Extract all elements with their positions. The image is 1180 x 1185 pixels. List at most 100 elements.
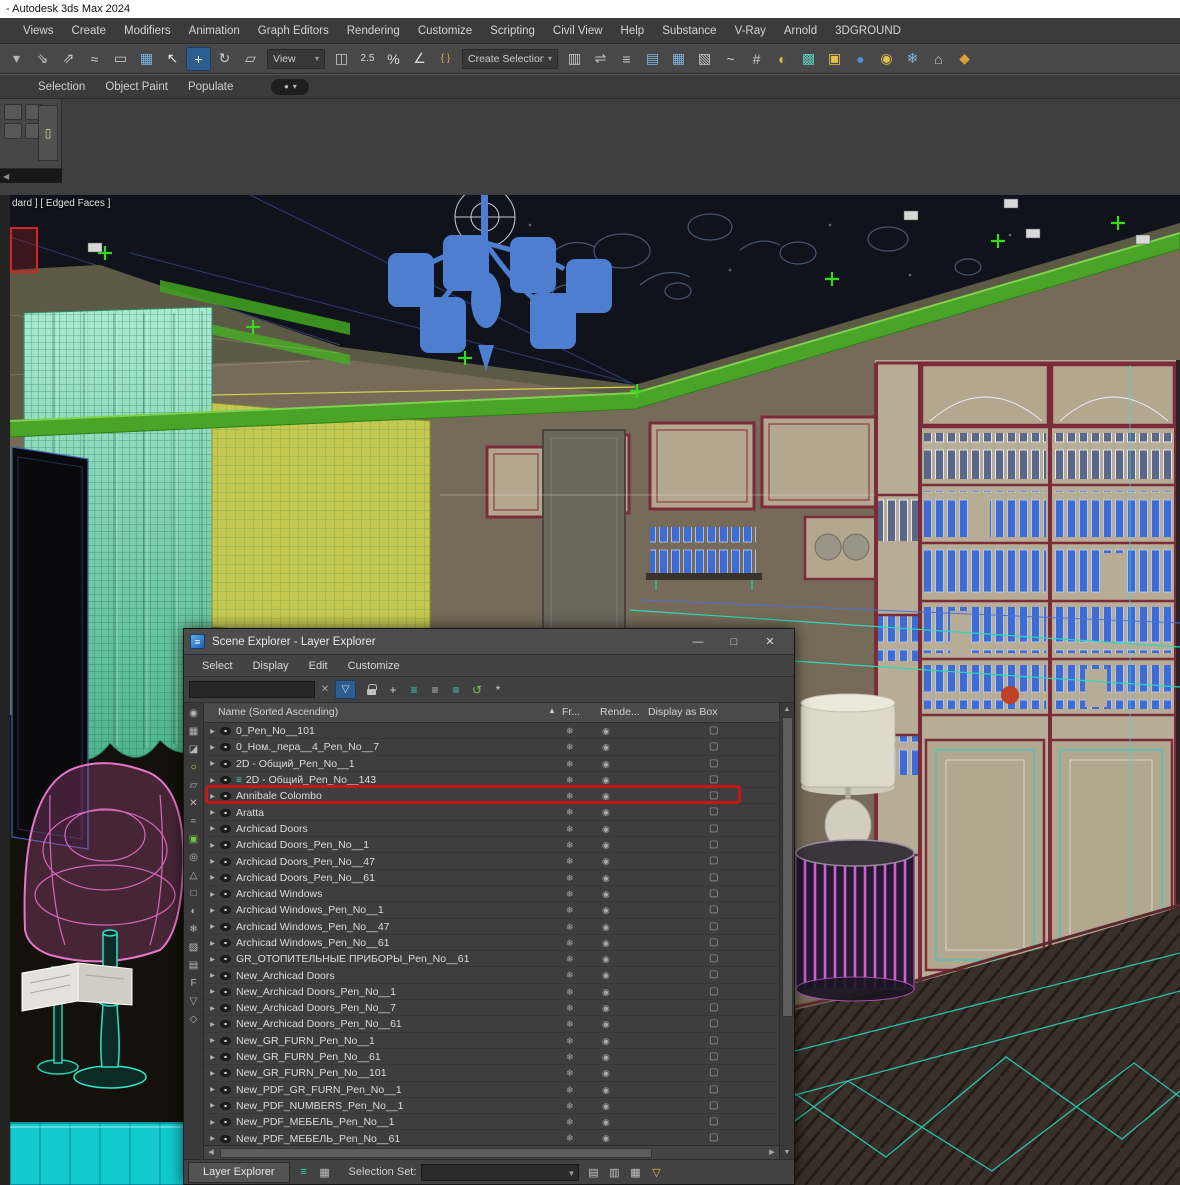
frozen-icon[interactable]: ❄ <box>566 873 574 884</box>
display-xrefs-icon[interactable]: ◎ <box>186 849 202 865</box>
display-as-box-icon[interactable]: ▢ <box>709 1100 718 1111</box>
display-as-box-icon[interactable]: ▢ <box>709 823 718 834</box>
expand-arrow-icon[interactable]: ▶ <box>207 1119 218 1126</box>
visibility-eye-icon[interactable] <box>220 1134 231 1143</box>
menu-create[interactable]: Create <box>62 21 115 41</box>
layer-row-gr-отопительные-приборы-pen-no-61[interactable]: ▶ GR_ОТОПИТЕЛЬНЫЕ ПРИБОРЫ_Pen_No__61 ❄ ◉ ▢ <box>204 951 779 967</box>
visibility-eye-icon[interactable] <box>220 1004 231 1013</box>
visibility-eye-icon[interactable] <box>220 955 231 964</box>
display-as-box-icon[interactable]: ▢ <box>709 741 718 752</box>
renderable-icon[interactable]: ◉ <box>602 775 610 786</box>
frozen-icon[interactable]: ❄ <box>566 970 574 981</box>
menu-graph-editors[interactable]: Graph Editors <box>249 21 338 41</box>
display-as-box-icon[interactable]: ▢ <box>709 872 718 883</box>
visibility-eye-icon[interactable] <box>220 971 231 980</box>
display-as-box-icon[interactable]: ▢ <box>709 904 718 915</box>
visibility-eye-icon[interactable] <box>220 1101 231 1110</box>
sort-ascending-icon[interactable]: ▲ <box>548 706 556 715</box>
layer-row-2d-общий-pen-no-143[interactable]: ▶ ≡ 2D - Общий_Pen_No__143 ❄ ◉ ▢ <box>204 772 779 788</box>
expand-arrow-icon[interactable]: ▶ <box>207 956 218 963</box>
menu-views[interactable]: Views <box>14 21 62 41</box>
teal-cabinet[interactable] <box>10 1122 187 1185</box>
visibility-eye-icon[interactable] <box>220 987 231 996</box>
menu-civil-view[interactable]: Civil View <box>544 21 612 41</box>
frozen-icon[interactable]: ❄ <box>566 824 574 835</box>
sx-menu-edit[interactable]: Edit <box>299 658 338 674</box>
named-selection-set-dropdown[interactable]: Create Selection Se▾ <box>462 48 558 69</box>
viewport-shading-label[interactable]: dard ] [ Edged Faces ] <box>12 198 110 209</box>
renderable-icon[interactable]: ◉ <box>602 791 610 802</box>
expand-arrow-icon[interactable]: ▶ <box>207 1086 218 1093</box>
frozen-icon[interactable]: ❄ <box>566 1117 574 1128</box>
render-setup-icon[interactable]: ▩ <box>796 47 821 71</box>
visibility-eye-icon[interactable] <box>220 873 231 882</box>
expand-arrow-icon[interactable]: ▶ <box>207 1135 218 1142</box>
display-as-box-icon[interactable]: ▢ <box>709 758 718 769</box>
expand-arrow-icon[interactable]: ▶ <box>207 842 218 849</box>
maxscript-icon[interactable]: { } <box>433 47 458 71</box>
filter-funnel-button[interactable]: ▽ <box>335 680 356 699</box>
display-as-box-icon[interactable]: ▢ <box>709 806 718 817</box>
select-layer-objects-icon[interactable]: ≡ <box>447 681 465 699</box>
display-bones-icon[interactable]: △ <box>186 867 202 883</box>
align-icon[interactable]: ≡ <box>614 47 639 71</box>
expand-arrow-icon[interactable]: ▶ <box>207 907 218 914</box>
frozen-icon[interactable]: ❄ <box>566 742 574 753</box>
horizontal-scrollbar[interactable]: ◀ ▶ <box>204 1145 779 1159</box>
toggle-scene-explorer-icon[interactable]: ▤ <box>640 47 665 71</box>
frozen-icon[interactable]: ❄ <box>566 889 574 900</box>
display-as-box-icon[interactable]: ▢ <box>709 1084 718 1095</box>
display-children-icon[interactable]: ▤ <box>186 957 202 973</box>
expand-arrow-icon[interactable]: ▶ <box>207 809 218 816</box>
expand-arrow-icon[interactable]: ▶ <box>207 1005 218 1012</box>
renderable-icon[interactable]: ◉ <box>602 742 610 753</box>
search-input[interactable] <box>189 681 315 698</box>
frozen-icon[interactable]: ❄ <box>566 856 574 867</box>
frozen-icon[interactable]: ❄ <box>566 807 574 818</box>
frozen-icon[interactable]: ❄ <box>566 922 574 933</box>
renderable-icon[interactable]: ◉ <box>602 905 610 916</box>
expand-arrow-icon[interactable]: ▶ <box>207 825 218 832</box>
visibility-eye-icon[interactable] <box>220 1020 231 1029</box>
frozen-icon[interactable]: ❄ <box>566 1003 574 1014</box>
column-renderable[interactable]: Rende... <box>600 706 640 718</box>
sx-menu-customize[interactable]: Customize <box>338 658 410 674</box>
expand-arrow-icon[interactable]: ▶ <box>207 1102 218 1109</box>
expand-arrow-icon[interactable]: ▶ <box>207 1021 218 1028</box>
layer-row-new-pdf-gr-furn-pen-no-1[interactable]: ▶ New_PDF_GR_FURN_Pen_No__1 ❄ ◉ ▢ <box>204 1082 779 1098</box>
menu-animation[interactable]: Animation <box>180 21 249 41</box>
schematic-view-icon[interactable]: # <box>744 47 769 71</box>
visibility-eye-icon[interactable] <box>220 824 231 833</box>
menu-substance[interactable]: Substance <box>653 21 725 41</box>
rendered-frame-icon[interactable]: ▣ <box>822 47 847 71</box>
vertical-scrollbar[interactable]: ▲ ▼ <box>779 703 794 1159</box>
display-as-box-icon[interactable]: ▢ <box>709 986 718 997</box>
layer-row-aratta[interactable]: ▶ Aratta ❄ ◉ ▢ <box>204 804 779 820</box>
display-groups-icon[interactable]: ▣ <box>186 831 202 847</box>
paint-objects-button[interactable]: ▯ <box>38 105 58 161</box>
add-selection-to-layer-icon[interactable]: ≡ <box>426 681 444 699</box>
layer-list-header[interactable]: Name (Sorted Ascending) ▲ Fr... Rende...… <box>204 703 779 723</box>
display-as-box-icon[interactable]: ▢ <box>709 1035 718 1046</box>
display-as-box-icon[interactable]: ▢ <box>709 1002 718 1013</box>
render-production-icon[interactable]: ● <box>848 47 873 71</box>
frozen-icon[interactable]: ❄ <box>566 1068 574 1079</box>
expand-arrow-icon[interactable]: ▶ <box>207 940 218 947</box>
menu-help[interactable]: Help <box>612 21 654 41</box>
renderable-icon[interactable]: ◉ <box>602 1019 610 1030</box>
visibility-eye-icon[interactable] <box>220 792 231 801</box>
sx-menu-select[interactable]: Select <box>192 658 243 674</box>
nightstand[interactable] <box>795 839 915 1002</box>
display-as-box-icon[interactable]: ▢ <box>709 888 718 899</box>
ribbon-tab-object-paint[interactable]: Object Paint <box>95 78 178 96</box>
mirror-icon[interactable]: ⇌ <box>588 47 613 71</box>
visibility-eye-icon[interactable] <box>220 808 231 817</box>
frozen-icon[interactable]: ❄ <box>566 775 574 786</box>
select-and-scale-icon[interactable]: ▱ <box>238 47 263 71</box>
expand-arrow-icon[interactable]: ▶ <box>207 972 218 979</box>
layer-row-0-pen-no-101[interactable]: ▶ 0_Pen_No__101 ❄ ◉ ▢ <box>204 723 779 739</box>
renderable-icon[interactable]: ◉ <box>602 1085 610 1096</box>
frozen-icon[interactable]: ❄ <box>566 759 574 770</box>
display-containers-icon[interactable]: □ <box>186 885 202 901</box>
menu-scripting[interactable]: Scripting <box>481 21 544 41</box>
